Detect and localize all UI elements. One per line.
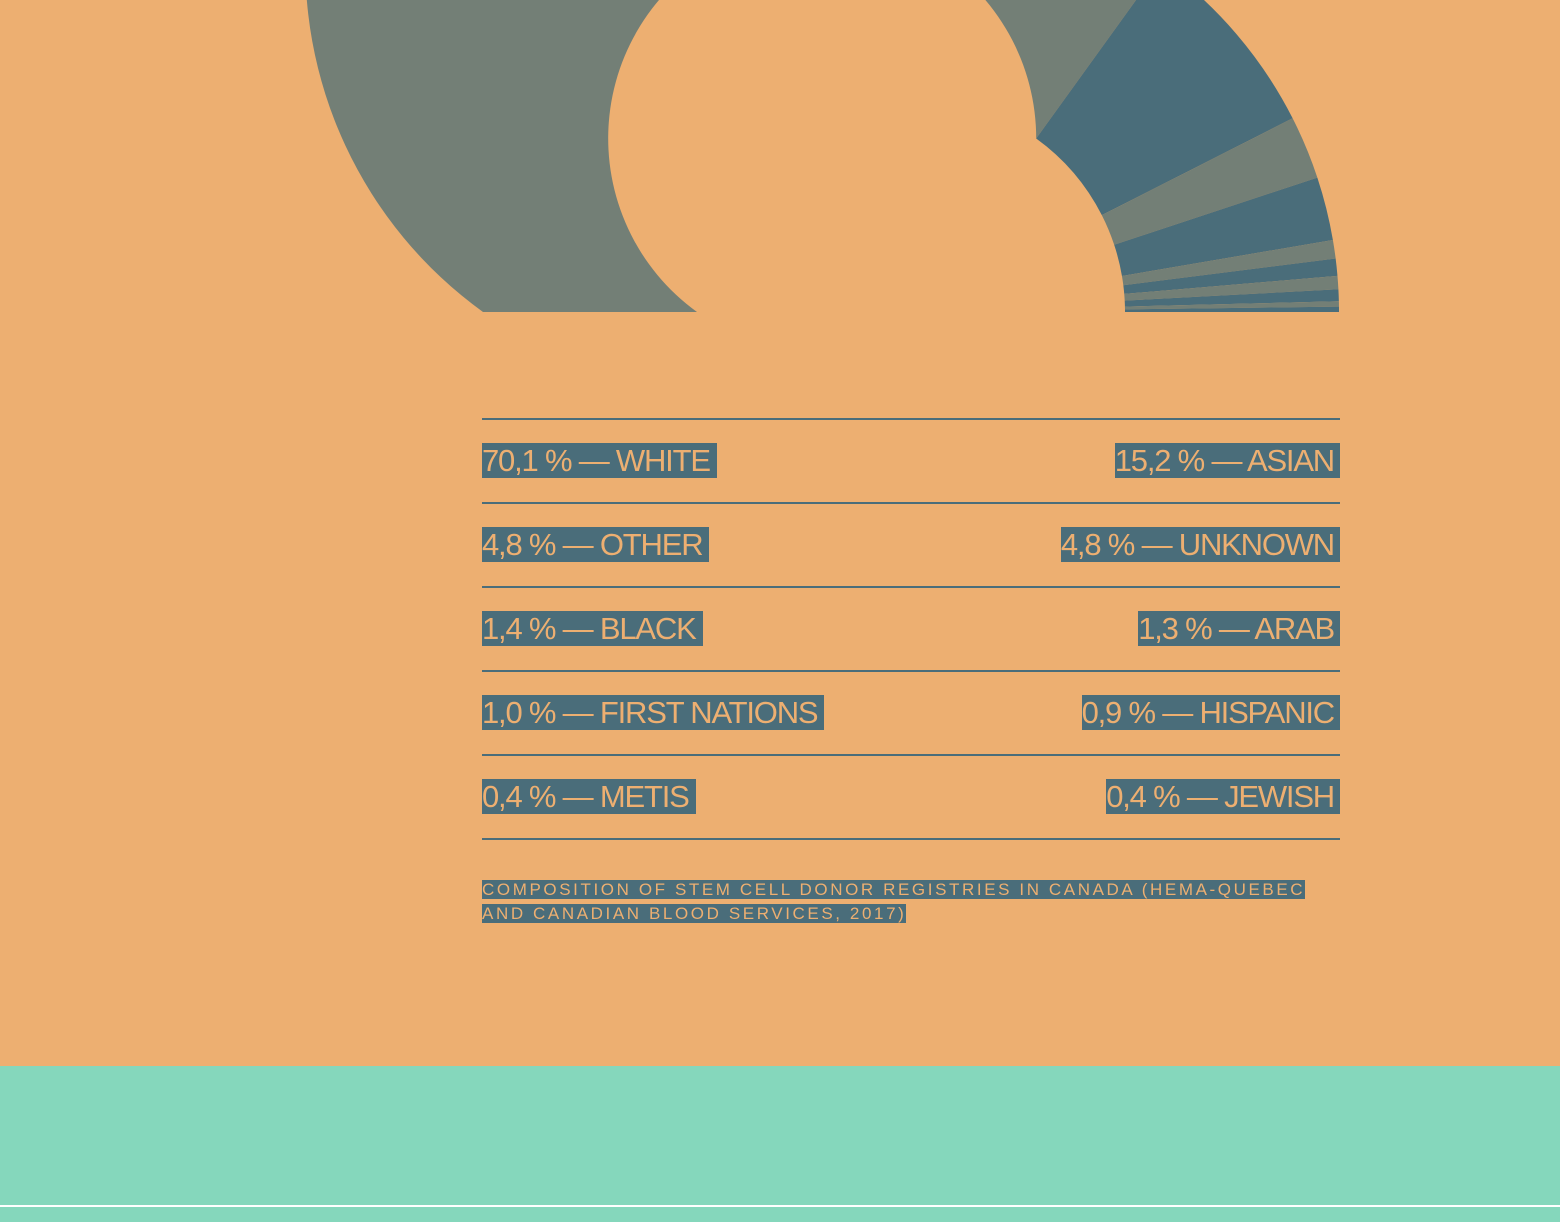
legend-label-metis: 0,4 % — METIS	[482, 778, 696, 816]
legend-row: 0,4 % — METIS 0,4 % — JEWISH	[482, 754, 1340, 840]
legend-label-white: 70,1 % — WHITE	[482, 442, 717, 480]
legend-row: 1,4 % — BLACK 1,3 % — ARAB	[482, 586, 1340, 670]
legend-label-black: 1,4 % — BLACK	[482, 610, 703, 648]
footer-divider	[0, 1205, 1560, 1207]
footer-band	[0, 1066, 1560, 1222]
chart-caption: COMPOSITION OF STEM CELL DONOR REGISTRIE…	[482, 880, 1306, 923]
half-donut-chart	[306, 0, 1339, 312]
legend-label-arab: 1,3 % — ARAB	[1138, 610, 1340, 648]
slice-white	[306, 0, 1137, 312]
legend-label-jewish: 0,4 % — JEWISH	[1106, 778, 1340, 816]
legend-label-other: 4,8 % — OTHER	[482, 526, 710, 564]
legend-label-hispanic: 0,9 % — HISPANIC	[1081, 694, 1340, 732]
chart-legend: 70,1 % — WHITE 15,2 % — ASIAN 4,8 % — OT…	[482, 418, 1340, 840]
legend-row: 1,0 % — FIRST NATIONS 0,9 % — HISPANIC	[482, 670, 1340, 754]
legend-row: 70,1 % — WHITE 15,2 % — ASIAN	[482, 418, 1340, 502]
legend-label-unknown: 4,8 % — UNKNOWN	[1060, 526, 1340, 564]
legend-row: 4,8 % — OTHER 4,8 % — UNKNOWN	[482, 502, 1340, 586]
legend-label-first-nations: 1,0 % — FIRST NATIONS	[482, 694, 825, 732]
legend-label-asian: 15,2 % — ASIAN	[1114, 442, 1340, 480]
